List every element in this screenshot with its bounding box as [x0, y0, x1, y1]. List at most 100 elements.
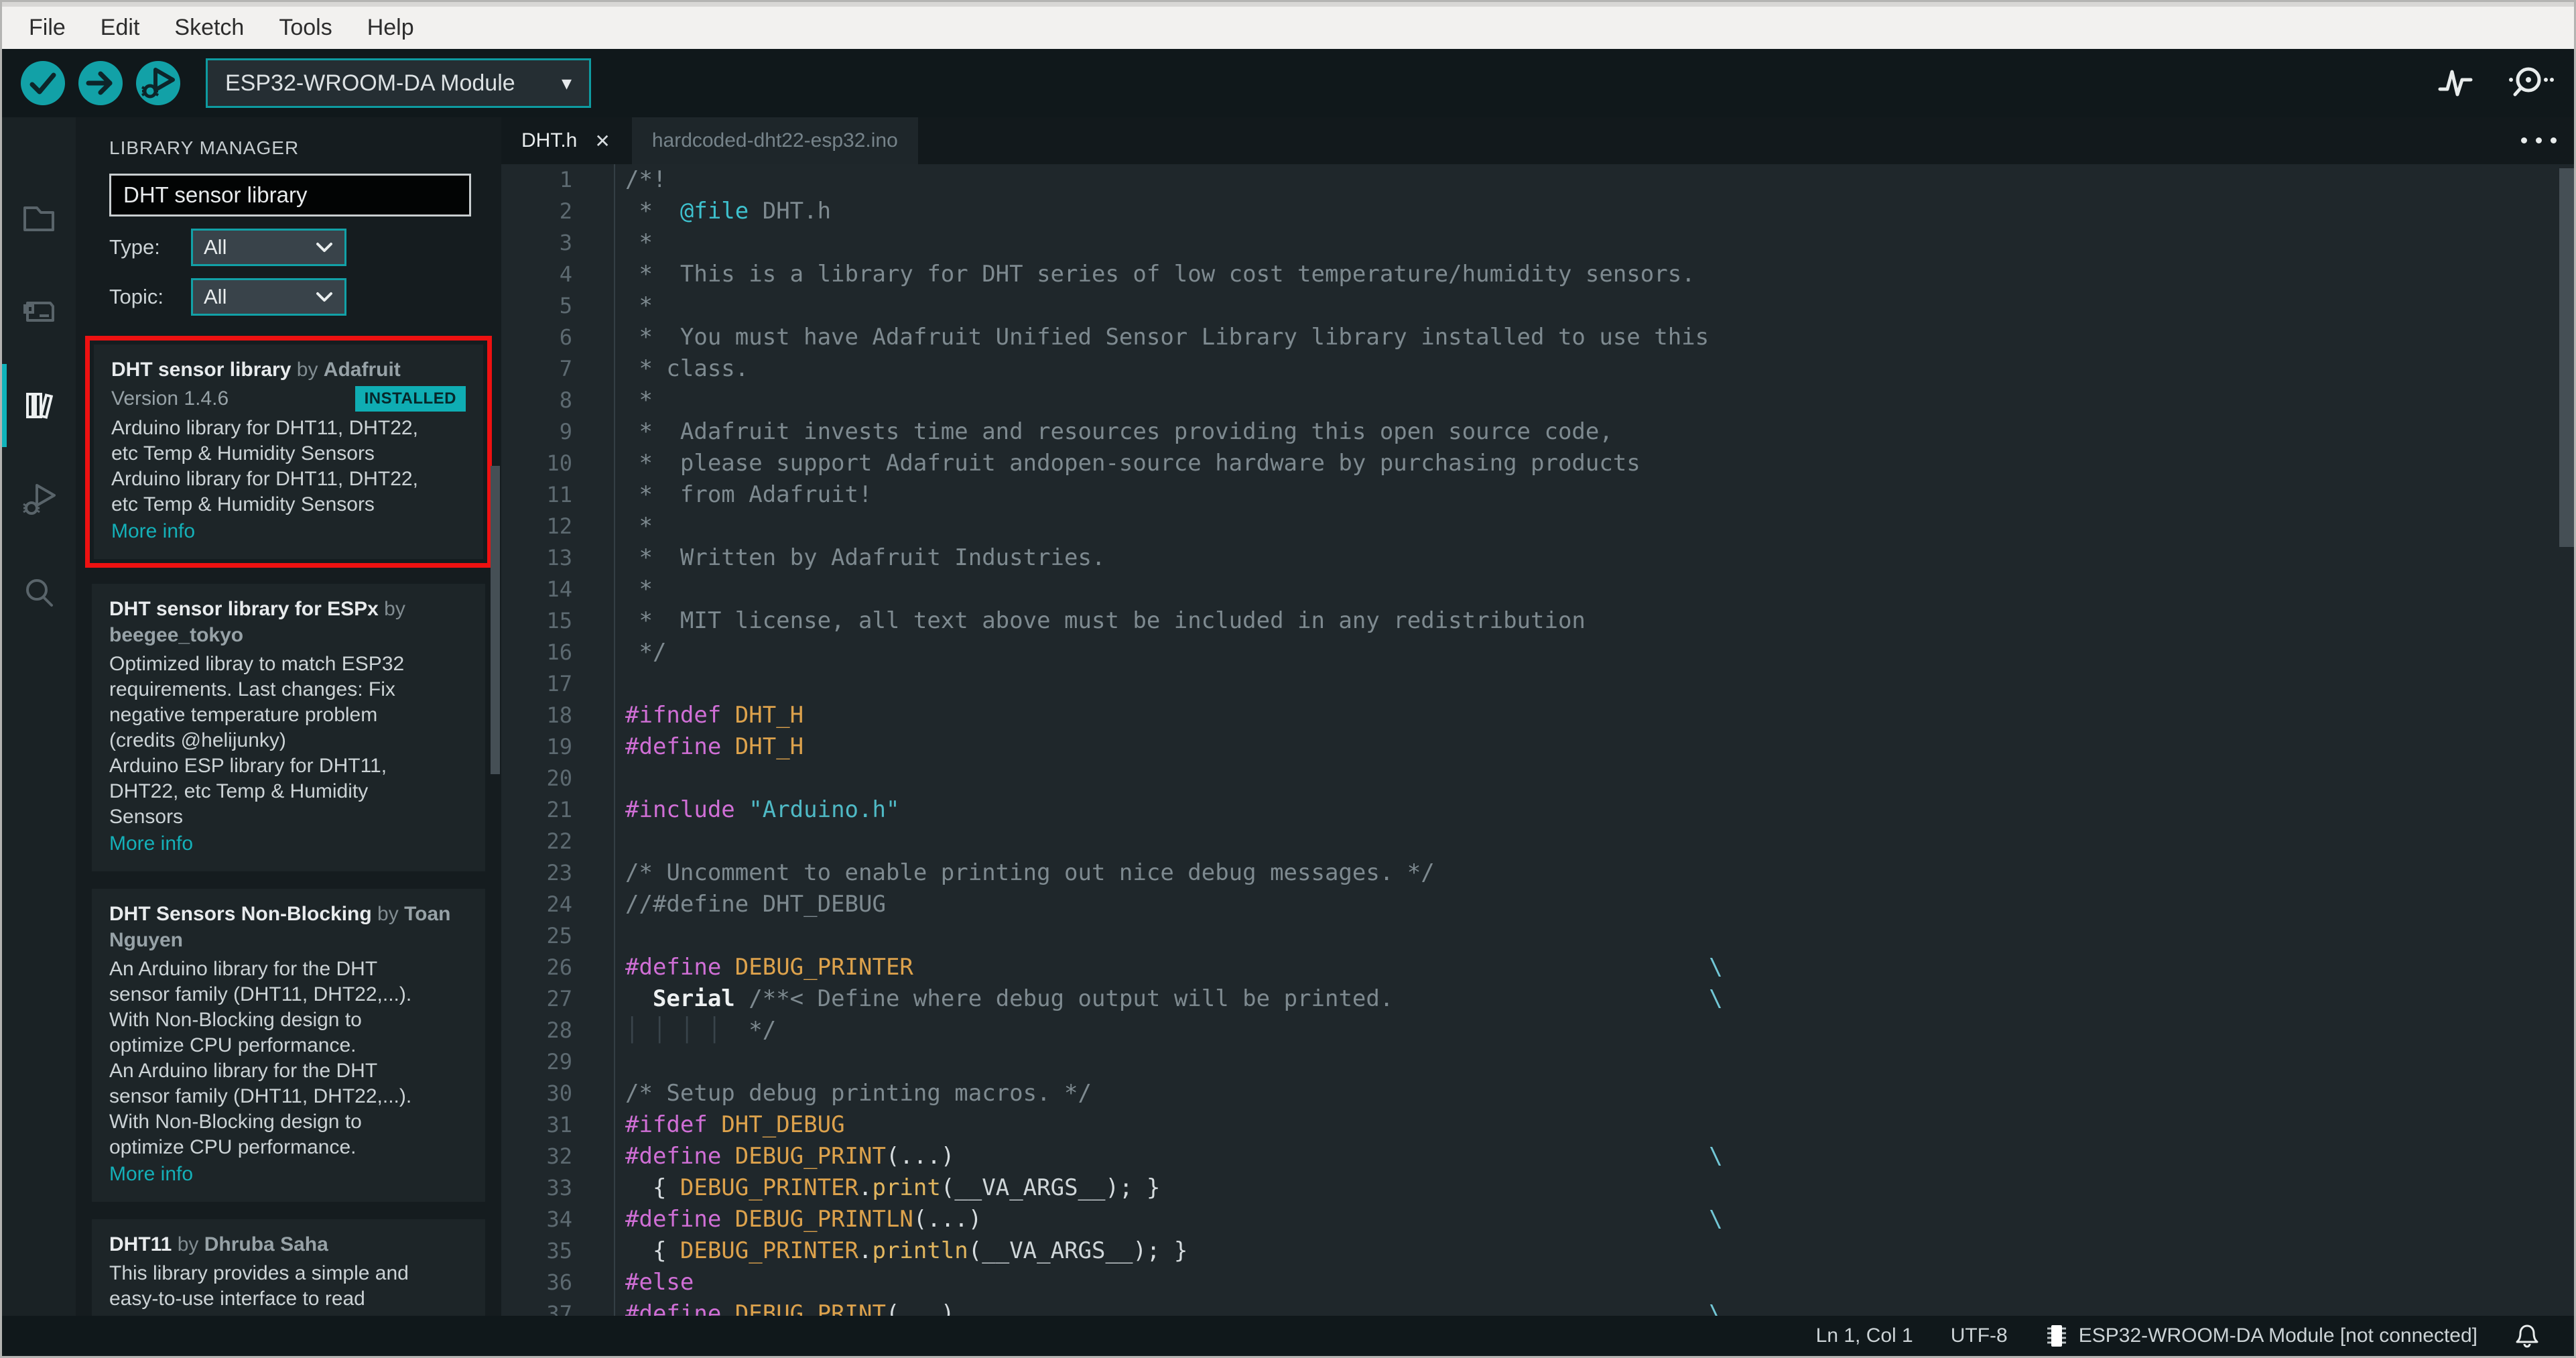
sidebar-item-sketchbook[interactable] — [2, 171, 76, 265]
code-line: 33 { DEBUG_PRINTER.print(__VA_ARGS__); } — [501, 1172, 2574, 1204]
code-token: /* Setup debug printing macros. */ — [625, 1080, 1092, 1107]
filter-select-type[interactable]: All — [191, 229, 346, 266]
board-selector[interactable]: ESP32-WROOM-DA Module ▾ — [206, 58, 591, 108]
description-line: An Arduino library for the DHT — [109, 1060, 378, 1082]
more-info-link[interactable]: More info — [109, 831, 193, 857]
board-status[interactable]: ESP32-WROOM-DA Module [not connected] — [2045, 1322, 2477, 1349]
line-content: │ │ │ │ */ — [615, 1015, 776, 1046]
menu-item-tools[interactable]: Tools — [261, 7, 349, 49]
line-number: 34 — [501, 1204, 615, 1235]
library-entry[interactable]: DHT sensor library for ESPx by beegee_to… — [92, 584, 485, 871]
line-number: 16 — [501, 637, 615, 668]
encoding-indicator[interactable]: UTF-8 — [1951, 1324, 2008, 1347]
line-number: 6 — [501, 322, 615, 353]
line-content — [615, 1046, 625, 1078]
line-number: 18 — [501, 700, 615, 731]
code-token: \ — [1709, 985, 1723, 1012]
line-number: 14 — [501, 574, 615, 605]
code-token: __VA_ARGS__ — [982, 1237, 1133, 1264]
sidebar-item-boards-manager[interactable] — [2, 265, 76, 359]
code-editor[interactable]: 1/*! 2 * @file DHT.h 3 * 4 * This is a libr… — [501, 164, 2574, 1316]
code-line: 22 — [501, 826, 2574, 857]
code-token: ); } — [1105, 1174, 1161, 1201]
line-number: 36 — [501, 1267, 615, 1298]
verify-button[interactable] — [21, 61, 65, 105]
more-info-link[interactable]: More info — [109, 1162, 193, 1187]
line-number: 13 — [501, 542, 615, 574]
library-name: DHT Sensors Non-Blocking — [109, 903, 372, 925]
line-number: 19 — [501, 731, 615, 763]
tab-dht.h[interactable]: DHT.h ✕ — [501, 117, 631, 164]
library-description: This library provides a simple and easy-t… — [109, 1261, 468, 1316]
notifications-button[interactable] — [2515, 1322, 2539, 1349]
toolbar: ESP32-WROOM-DA Module ▾ — [2, 49, 2574, 117]
sidebar-item-library-manager[interactable] — [2, 359, 76, 452]
line-number: 35 — [501, 1235, 615, 1267]
search-icon — [19, 574, 58, 613]
board-selector-value: ESP32-WROOM-DA Module — [225, 70, 515, 96]
upload-button[interactable] — [78, 61, 123, 105]
more-info-link[interactable]: More info — [111, 519, 195, 544]
code-line: 18 #ifndef DHT_H — [501, 700, 2574, 731]
description-line: Arduino library for DHT11, DHT22, — [111, 468, 418, 490]
library-entry[interactable]: DHT sensor library by Adafruit Version 1.… — [94, 345, 483, 559]
tab-hardcoded-dht22-esp32.ino[interactable]: hardcoded-dht22-esp32.ino — [631, 117, 918, 164]
menu-item-sketch[interactable]: Sketch — [157, 7, 261, 49]
line-content: Serial /**< Define where debug output wi… — [615, 983, 1723, 1015]
code-line: 34 #define DEBUG_PRINTLN(...) \ — [501, 1204, 2574, 1235]
code-token: * MIT license, all text above must be in… — [625, 607, 1586, 634]
bug-play-icon — [19, 480, 58, 519]
code-token: __VA_ARGS__ — [954, 1174, 1106, 1201]
code-token: * You must have Adafruit Unified Sensor … — [625, 324, 1710, 351]
editor-scrollbar[interactable] — [2559, 168, 2574, 547]
code-token: #define — [625, 954, 722, 981]
description-line: Sensors — [109, 806, 184, 828]
library-entry-title: DHT Sensors Non-Blocking by Toan Nguyen — [109, 901, 468, 953]
panel-scrollbar[interactable] — [491, 466, 500, 774]
line-content: * — [615, 574, 652, 605]
menu-bar: File Edit Sketch Tools Help — [2, 2, 2574, 49]
library-name: DHT11 — [109, 1233, 172, 1255]
code-token: * — [625, 229, 653, 256]
line-content: * Adafruit invests time and resources pr… — [615, 416, 1612, 448]
line-number: 32 — [501, 1141, 615, 1172]
more-actions-icon[interactable] — [2521, 137, 2557, 143]
code-token: * This is a library for DHT series of lo… — [625, 261, 1695, 288]
line-number: 11 — [501, 479, 615, 511]
serial-monitor-button[interactable] — [2506, 64, 2555, 103]
code-token: DEBUG_PRINTER — [680, 1174, 858, 1201]
library-search-input[interactable] — [109, 174, 471, 217]
description-line: easy-to-use interface to read — [109, 1288, 365, 1310]
line-content: * please support Adafruit andopen-source… — [615, 448, 1640, 479]
main-content: LIBRARY MANAGER Type: All Topic: All DHT se… — [2, 117, 2574, 1316]
menu-item-help[interactable]: Help — [350, 7, 432, 49]
menu-item-file[interactable]: File — [11, 7, 83, 49]
menu-item-edit[interactable]: Edit — [83, 7, 157, 49]
code-token: DEBUG_PRINT — [734, 1143, 886, 1170]
code-token: DEBUG_PRINT — [734, 1300, 886, 1316]
library-entry[interactable]: DHT Sensors Non-Blocking by Toan Nguyen A… — [92, 889, 485, 1202]
code-token: (...) — [913, 1206, 982, 1233]
library-entry[interactable]: DHT11 by Dhruba Saha This library provide… — [92, 1219, 485, 1316]
debug-button[interactable] — [136, 61, 180, 105]
sidebar-item-search[interactable] — [2, 546, 76, 640]
close-icon[interactable]: ✕ — [594, 130, 610, 152]
line-content: //#define DHT_DEBUG — [615, 889, 886, 920]
filter-select-topic[interactable]: All — [191, 278, 346, 316]
sidebar-item-debug[interactable] — [2, 452, 76, 546]
code-line: 11 * from Adafruit! — [501, 479, 2574, 511]
serial-plotter-button[interactable] — [2436, 64, 2475, 103]
tab-label: hardcoded-dht22-esp32.ino — [651, 129, 898, 151]
line-number: 29 — [501, 1046, 615, 1078]
cursor-position[interactable]: Ln 1, Col 1 — [1816, 1324, 1913, 1347]
library-name: DHT sensor library — [111, 359, 292, 381]
line-number: 7 — [501, 353, 615, 385]
library-by-label: by — [172, 1233, 204, 1255]
code-token: #define — [625, 733, 722, 760]
code-line: 21 #include "Arduino.h" — [501, 794, 2574, 826]
code-line: 1 /*! — [501, 164, 2574, 196]
line-number: 4 — [501, 259, 615, 290]
